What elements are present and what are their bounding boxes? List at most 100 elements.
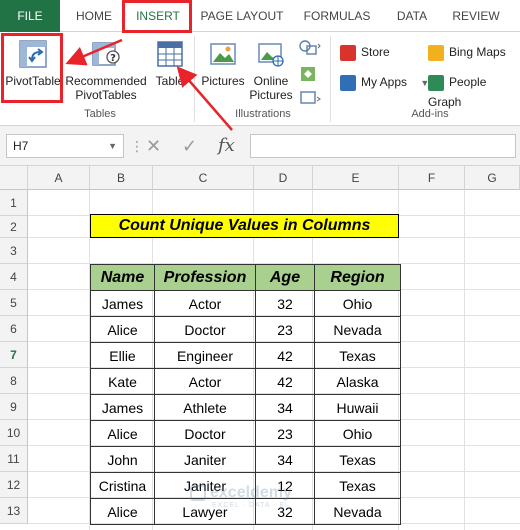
tab-home[interactable]: HOME: [66, 0, 122, 32]
column-header-f[interactable]: F: [399, 166, 465, 190]
header-region[interactable]: Region: [314, 264, 401, 291]
tab-formulas[interactable]: FORMULAS: [296, 0, 378, 32]
group-label-tables: Tables: [84, 108, 116, 120]
row-header-5[interactable]: 5: [0, 290, 28, 316]
cell-region[interactable]: Texas: [314, 446, 401, 473]
cell-name[interactable]: John: [90, 446, 155, 473]
cell-profession[interactable]: Doctor: [154, 316, 256, 343]
column-header-c[interactable]: C: [153, 166, 254, 190]
cell-name[interactable]: Alice: [90, 316, 155, 343]
tab-review[interactable]: REVIEW: [446, 0, 506, 32]
column-header-a[interactable]: A: [28, 166, 90, 190]
smartart-icon[interactable]: [298, 64, 322, 84]
cell-name[interactable]: James: [90, 394, 155, 421]
my-apps-button[interactable]: My Apps ▼: [340, 72, 429, 92]
cell-profession[interactable]: Engineer: [154, 342, 256, 369]
online-label-line2: Pictures: [249, 88, 293, 102]
cell-profession[interactable]: Janiter: [154, 446, 256, 473]
cell-age[interactable]: 34: [255, 394, 315, 421]
row-header-8[interactable]: 8: [0, 368, 28, 394]
bing-maps-label: Bing Maps: [449, 45, 506, 59]
name-box-dropdown-icon[interactable]: ▼: [108, 135, 117, 157]
column-header-g[interactable]: G: [465, 166, 520, 190]
group-label-addins: Add-ins: [411, 108, 449, 120]
online-pictures-button[interactable]: Online Pictures: [248, 38, 294, 102]
table-row: Alice Doctor 23 Ohio: [90, 420, 401, 447]
store-button[interactable]: Store: [340, 42, 390, 62]
group-label-illustrations: Illustrations: [235, 108, 291, 120]
cell-region[interactable]: Alaska: [314, 368, 401, 395]
column-header-d[interactable]: D: [254, 166, 313, 190]
row-header-2[interactable]: 2: [0, 216, 28, 238]
cell-age[interactable]: 23: [255, 316, 315, 343]
ribbon-insert: PivotTable ? Recommended PivotTables Tab…: [0, 32, 520, 126]
cell-age[interactable]: 32: [255, 290, 315, 317]
row-header-12[interactable]: 12: [0, 472, 28, 498]
group-separator: [194, 36, 195, 122]
formula-buttons: ✕ ✓ fx: [138, 134, 248, 158]
cell-region[interactable]: Huwaii: [314, 394, 401, 421]
cell-name[interactable]: Alice: [90, 498, 155, 525]
table-header-row: Name Profession Age Region: [90, 264, 401, 291]
cell-age[interactable]: 34: [255, 446, 315, 473]
cell-region[interactable]: Ohio: [314, 420, 401, 447]
name-box[interactable]: H7 ▼: [6, 134, 124, 158]
people-graph-button[interactable]: People Graph: [428, 72, 520, 109]
cell-profession[interactable]: Athlete: [154, 394, 256, 421]
row-header-13[interactable]: 13: [0, 498, 28, 524]
cell-age[interactable]: 42: [255, 368, 315, 395]
online-pictures-icon: [258, 43, 284, 67]
cell-profession[interactable]: Actor: [154, 290, 256, 317]
cell-name[interactable]: Kate: [90, 368, 155, 395]
tab-data[interactable]: DATA: [386, 0, 438, 32]
column-header-e[interactable]: E: [313, 166, 399, 190]
online-label-line1: Online: [253, 74, 289, 88]
bing-maps-button[interactable]: Bing Maps: [428, 42, 506, 62]
table-row: John Janiter 34 Texas: [90, 446, 401, 473]
table-label: Table: [155, 74, 185, 88]
enter-icon[interactable]: ✓: [182, 134, 197, 158]
cell-age[interactable]: 23: [255, 420, 315, 447]
cell-profession[interactable]: Doctor: [154, 420, 256, 447]
row-header-10[interactable]: 10: [0, 420, 28, 446]
cell-profession[interactable]: Actor: [154, 368, 256, 395]
row-header-11[interactable]: 11: [0, 446, 28, 472]
row-header-9[interactable]: 9: [0, 394, 28, 420]
group-separator: [330, 36, 331, 122]
table-button[interactable]: Table: [150, 38, 190, 100]
header-name[interactable]: Name: [90, 264, 155, 291]
table-row: James Athlete 34 Huwaii: [90, 394, 401, 421]
recommended-pivot-tables-button[interactable]: ? Recommended PivotTables: [64, 38, 148, 102]
tab-file[interactable]: FILE: [0, 0, 60, 32]
cell-region[interactable]: Ohio: [314, 290, 401, 317]
row-header-1[interactable]: 1: [0, 190, 28, 216]
formula-input[interactable]: [250, 134, 516, 158]
row-header-4[interactable]: 4: [0, 264, 28, 290]
shapes-icon[interactable]: [298, 38, 322, 58]
cell-name[interactable]: James: [90, 290, 155, 317]
row-header-3[interactable]: 3: [0, 238, 28, 264]
bing-maps-icon: [428, 44, 444, 61]
svg-text:?: ?: [110, 53, 116, 64]
cell-name[interactable]: Cristina: [90, 472, 155, 499]
column-header-b[interactable]: B: [90, 166, 153, 190]
cell-age[interactable]: 42: [255, 342, 315, 369]
insert-function-icon[interactable]: fx: [218, 134, 235, 158]
select-all-corner[interactable]: [0, 166, 28, 190]
gridline: [464, 190, 465, 530]
header-age[interactable]: Age: [255, 264, 315, 291]
cell-region[interactable]: Nevada: [314, 316, 401, 343]
cancel-icon[interactable]: ✕: [146, 134, 161, 158]
row-header-6[interactable]: 6: [0, 316, 28, 342]
pictures-button[interactable]: Pictures: [200, 38, 246, 100]
screenshot-icon[interactable]: [298, 88, 322, 108]
cell-name[interactable]: Alice: [90, 420, 155, 447]
tab-page-layout[interactable]: PAGE LAYOUT: [196, 0, 288, 32]
header-profession[interactable]: Profession: [154, 264, 256, 291]
cell-region[interactable]: Texas: [314, 342, 401, 369]
table-row: James Actor 32 Ohio: [90, 290, 401, 317]
pictures-icon: [210, 43, 236, 65]
row-header-7[interactable]: 7: [0, 342, 28, 368]
sheet-title-cell[interactable]: Count Unique Values in Columns: [90, 214, 399, 238]
cell-name[interactable]: Ellie: [90, 342, 155, 369]
